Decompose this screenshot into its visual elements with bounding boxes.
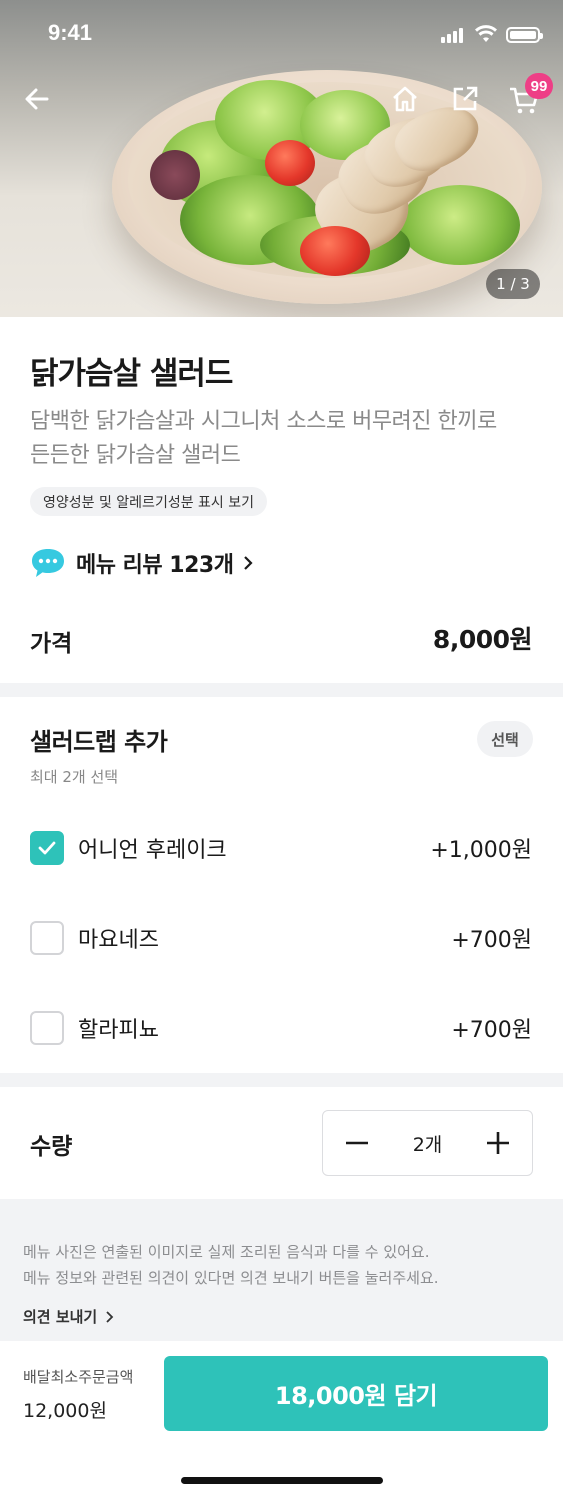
home-icon: [393, 86, 417, 112]
lettuce-leaf: [400, 185, 520, 265]
min-order-label: 배달최소주문금액: [23, 1368, 134, 1386]
option-price: +1,000원: [430, 838, 532, 863]
description-line: 담백한 닭가슴살과 시그니처 소스로 버무려진 한끼로: [30, 409, 497, 434]
option-name: 어니언 후레이크: [78, 838, 227, 863]
add-to-cart-button[interactable]: 18,000원 담기: [164, 1356, 548, 1431]
option-price: +700원: [451, 928, 532, 953]
chevron-right-icon: [244, 556, 254, 570]
option-name: 마요네즈: [78, 928, 159, 953]
image-page-indicator: 1 / 3: [486, 269, 540, 299]
option-item[interactable]: 어니언 후레이크 +1,000원: [30, 828, 532, 868]
option-checkbox[interactable]: [30, 831, 64, 865]
increase-quantity-button[interactable]: [482, 1127, 514, 1159]
nutrition-info-chip[interactable]: 영양성분 및 알레르기성분 표시 보기: [30, 487, 267, 516]
option-checkbox[interactable]: [30, 1011, 64, 1045]
tomato: [265, 140, 315, 186]
status-bar: 9:41: [0, 0, 563, 70]
option-checkbox[interactable]: [30, 921, 64, 955]
quantity-label: 수량: [30, 1134, 73, 1160]
back-arrow-icon: [25, 88, 49, 110]
home-indicator: [181, 1477, 383, 1484]
price-label: 가격: [30, 631, 73, 657]
product-description: 담백한 닭가슴살과 시그니처 소스로 버무려진 한끼로 든든한 닭가슴살 샐러드: [30, 405, 540, 473]
notice-line: 메뉴 사진은 연출된 이미지로 실제 조리된 음식과 다를 수 있어요.: [23, 1243, 430, 1261]
home-button[interactable]: [387, 81, 423, 117]
decrease-quantity-button[interactable]: [341, 1127, 373, 1159]
send-feedback-link[interactable]: 의견 보내기: [23, 1306, 116, 1327]
section-divider: [0, 1073, 563, 1087]
tomato: [300, 226, 370, 276]
option-item[interactable]: 마요네즈 +700원: [30, 918, 532, 958]
option-select-badge: 선택: [477, 721, 533, 757]
cart-count-badge: 99: [525, 73, 553, 99]
option-price: +700원: [451, 1018, 532, 1043]
lettuce-leaf: [150, 150, 200, 200]
battery-icon: [506, 27, 543, 43]
status-time: 9:41: [48, 20, 93, 45]
description-line: 든든한 닭가슴살 샐러드: [30, 443, 241, 468]
wifi-icon: [475, 25, 497, 42]
menu-review-link[interactable]: 메뉴 리뷰 123개: [30, 545, 257, 581]
back-button[interactable]: [19, 81, 55, 117]
option-item[interactable]: 할라피뇨 +700원: [30, 1008, 532, 1048]
chat-bubble-icon: [32, 549, 64, 577]
option-group-title: 샐러드랩 추가: [30, 728, 168, 756]
notice-text: 메뉴 사진은 연출된 이미지로 실제 조리된 음식과 다를 수 있어요. 메뉴 …: [23, 1239, 439, 1291]
notice-line: 메뉴 정보와 관련된 의견이 있다면 의견 보내기 버튼을 눌러주세요.: [23, 1269, 439, 1287]
plus-icon: [486, 1132, 509, 1154]
quantity-value: 2개: [412, 1133, 443, 1156]
min-order-value: 12,000원: [23, 1400, 107, 1422]
feedback-link-label: 의견 보내기: [23, 1308, 98, 1326]
product-title: 닭가슴살 샐러드: [30, 356, 233, 392]
option-group-subtitle: 최대 2개 선택: [30, 768, 119, 786]
chevron-right-icon: [106, 1310, 114, 1323]
price-value: 8,000원: [432, 625, 533, 654]
section-divider: [0, 683, 563, 697]
share-button[interactable]: [447, 81, 483, 117]
cellular-signal-icon: [441, 27, 467, 43]
checkmark-icon: [38, 841, 56, 855]
quantity-stepper: 2개: [322, 1110, 533, 1176]
minus-icon: [346, 1141, 368, 1145]
option-name: 할라피뇨: [78, 1018, 159, 1043]
share-icon: [453, 86, 478, 111]
review-link-label: 메뉴 리뷰 123개: [76, 553, 234, 578]
